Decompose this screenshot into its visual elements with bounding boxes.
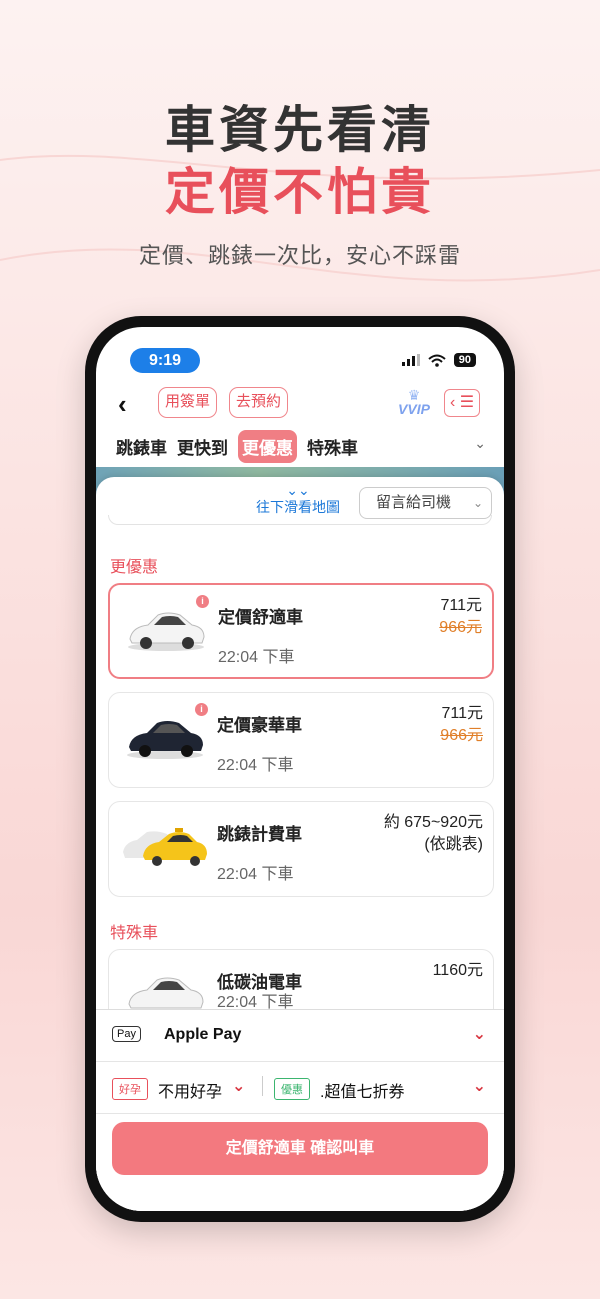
chevron-down-icon[interactable]: ⌄ <box>232 1076 245 1096</box>
app-screen: 9:19 90 ‹ 用簽單 去預約 ♛ VVIP ‹ ☰ 跳錶車 更快到 更優惠… <box>96 327 504 1211</box>
price: 711元 966元 <box>439 597 482 636</box>
tab-special[interactable]: 特殊車 <box>307 434 358 459</box>
info-icon[interactable]: i <box>196 595 209 608</box>
section-title-cheaper: 更優惠 <box>110 559 159 576</box>
info-icon[interactable]: i <box>195 703 208 716</box>
pregnancy-tag: 好孕 <box>112 1078 148 1100</box>
price: 約 675~920元 (依跳表) <box>383 814 483 853</box>
battery-indicator: 90 <box>453 353 476 367</box>
tab-faster[interactable]: 更快到 <box>177 434 228 459</box>
car-option-card[interactable]: i 定價舒適車 22:04 下車 711元 966元 <box>108 583 494 679</box>
black-car-icon <box>127 721 203 759</box>
headline-subtitle: 定價、跳錶一次比，安心不踩雷 <box>138 243 461 268</box>
payment-panel: Pay Apple Pay ⌄ 好孕 不用好孕 ⌄ 優惠 .超值七折券 ⌄ 定價… <box>96 1009 504 1211</box>
chevron-down-icon[interactable]: ⌄ <box>474 435 486 452</box>
top-nav: ‹ 用簽單 去預約 ♛ VVIP ‹ ☰ <box>96 383 504 423</box>
headline-line2: 定價不怕貴 <box>165 164 435 220</box>
chevron-down-icon: ⌄ <box>472 1026 486 1043</box>
chevron-down-icon: ⌄ <box>472 496 483 510</box>
use-voucher-button[interactable]: 用簽單 <box>158 387 218 418</box>
headline-line1: 車資先看清 <box>165 102 435 158</box>
car-option-card[interactable]: 跳錶計費車 22:04 下車 約 675~920元 (依跳表) <box>108 801 494 897</box>
pregnancy-option[interactable]: 不用好孕 <box>158 1078 222 1102</box>
status-time: 9:19 <box>130 348 200 373</box>
section-title-special: 特殊車 <box>110 925 159 942</box>
back-button[interactable]: ‹ <box>118 389 127 420</box>
tab-cheaper[interactable]: 更優惠 <box>238 429 297 463</box>
car-option-card[interactable]: i 定價豪華車 22:04 下車 711元 966元 <box>108 692 494 788</box>
car-type-tabs: 跳錶車 更快到 更優惠 特殊車 ⌄ <box>116 429 486 463</box>
menu-button[interactable]: ‹ ☰ <box>444 389 480 417</box>
reserve-button[interactable]: 去預約 <box>229 387 289 418</box>
price: 1160元 <box>432 962 483 979</box>
white-car-icon <box>128 612 205 651</box>
divider <box>262 1076 263 1096</box>
coupon-option[interactable]: .超值七折券 <box>320 1078 404 1102</box>
options-row: 好孕 不用好孕 ⌄ 優惠 .超值七折券 ⌄ <box>96 1062 504 1114</box>
tab-meter-car[interactable]: 跳錶車 <box>116 434 167 459</box>
chevron-down-icon[interactable]: ⌄ <box>473 1076 486 1096</box>
payment-method-row[interactable]: Pay Apple Pay ⌄ <box>96 1010 504 1062</box>
apple-pay-icon: Pay <box>112 1026 141 1042</box>
confirm-ride-button[interactable]: 定價舒適車 確認叫車 <box>112 1122 488 1175</box>
crown-icon: ♛ <box>407 387 421 403</box>
phone-frame: 9:19 90 ‹ 用簽單 去預約 ♛ VVIP ‹ ☰ 跳錶車 更快到 更優惠… <box>85 316 515 1222</box>
marketing-headline: 車資先看清 定價不怕貴 定價、跳錶一次比，安心不踩雷 <box>0 100 600 270</box>
vvip-badge[interactable]: ♛ VVIP <box>393 387 435 417</box>
wifi-icon <box>428 354 446 367</box>
status-bar: 9:19 90 <box>96 339 504 375</box>
coupon-tag: 優惠 <box>274 1078 310 1100</box>
signal-icon <box>401 354 420 366</box>
double-chevron-down-icon: ⌄⌄ <box>286 482 310 498</box>
taxi-car-icon <box>123 828 207 866</box>
price: 711元 966元 <box>440 705 483 744</box>
previous-card-edge <box>108 515 492 525</box>
scroll-to-map-hint[interactable]: ⌄⌄ 往下滑看地圖 <box>256 483 340 517</box>
